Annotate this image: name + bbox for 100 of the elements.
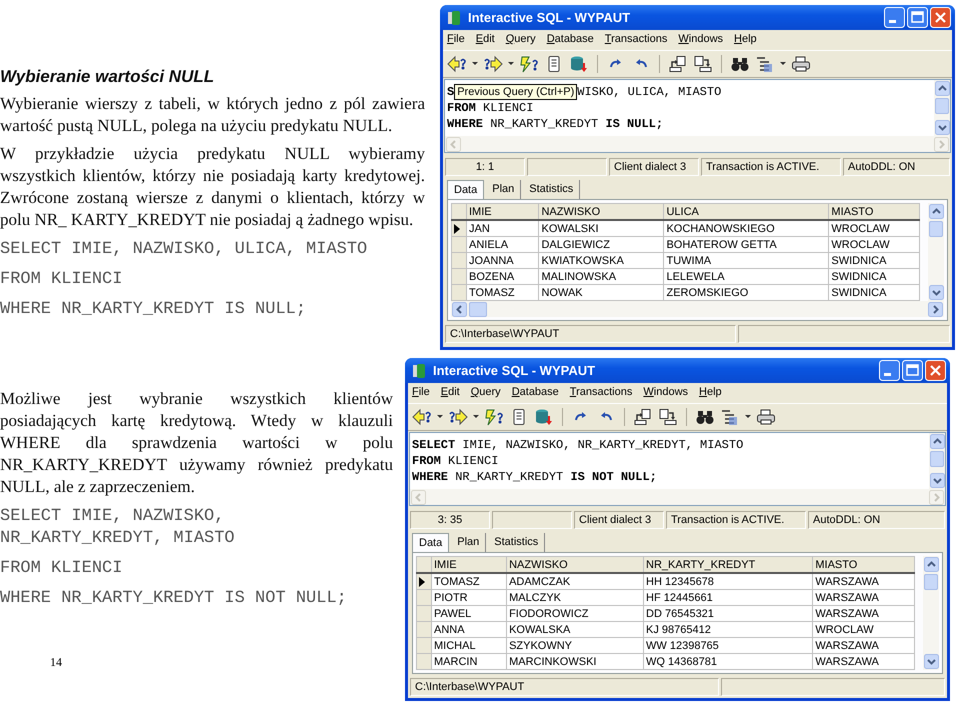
close-icon[interactable] <box>930 7 951 28</box>
scroll-left-icon[interactable] <box>452 302 467 316</box>
left-arrow-icon[interactable] <box>412 408 432 426</box>
dropdown-caret-icon[interactable] <box>472 62 478 66</box>
scroll-down-icon[interactable] <box>924 654 939 669</box>
right-arrow-icon[interactable] <box>483 55 503 73</box>
maximize-icon[interactable] <box>907 7 928 28</box>
tab[interactable]: Data <box>447 180 484 199</box>
lightning-icon[interactable] <box>519 55 539 73</box>
lightning-icon[interactable] <box>484 408 504 426</box>
paragraph: Wybieranie wierszy z tabeli, w których jedno z pól zawiera wartość pustą NULL, polega na użyciu predykatu NULL. <box>0 93 425 137</box>
column-header[interactable]: NR_KARTY_KREDYT <box>644 556 813 573</box>
binoculars-icon[interactable] <box>695 408 715 426</box>
scroll-thumb[interactable] <box>469 302 487 316</box>
table-cell: WARSZAWA <box>812 590 914 606</box>
tab[interactable]: Data <box>412 533 450 552</box>
menu-item[interactable]: Transactions <box>604 33 668 47</box>
menu-item[interactable]: Windows <box>678 33 724 47</box>
status-panel: 1: 1 <box>445 158 525 176</box>
dropdown-caret-icon[interactable] <box>473 415 479 419</box>
column-header[interactable]: IMIE <box>432 556 507 573</box>
database-arrow-icon[interactable] <box>569 55 589 73</box>
vertical-scrollbar[interactable] <box>934 80 950 136</box>
menu-item[interactable]: Database <box>546 33 594 47</box>
scroll-thumb[interactable] <box>935 98 949 114</box>
table-cell: PIOTR <box>432 590 507 606</box>
dropdown-caret-icon[interactable] <box>508 62 514 66</box>
database-arrow-icon[interactable] <box>534 408 554 426</box>
scroll-down-icon[interactable] <box>935 120 950 135</box>
list-icon[interactable] <box>755 55 775 73</box>
code-text: FROM KLIENCI <box>447 100 534 116</box>
sql-editor[interactable]: S Previous Query (Ctrl+P) WISKO, ULICA, MIASTO FROM KLIENCI WHERE NR_KARTY_KREDYT IS NULL; <box>444 79 951 153</box>
vertical-scrollbar[interactable] <box>923 556 939 670</box>
code-line: SELECT IMIE, NAZWISKO, NR_KARTY_KREDYT, MIASTO <box>0 506 236 550</box>
scroll-thumb[interactable] <box>929 221 943 237</box>
horizontal-scrollbar[interactable] <box>451 301 944 317</box>
import-icon[interactable] <box>693 55 713 73</box>
list-icon[interactable] <box>720 408 740 426</box>
export-icon[interactable] <box>633 408 653 426</box>
menu-item[interactable]: Transactions <box>570 386 632 400</box>
code-text: WHERE NR_KARTY_KREDYT IS NULL; <box>447 116 664 132</box>
right-arrow-icon[interactable] <box>448 408 468 426</box>
scroll-up-icon[interactable] <box>929 204 944 219</box>
binoculars-icon[interactable] <box>730 55 750 73</box>
scroll-down-icon[interactable] <box>929 285 944 300</box>
table-cell: SWIDNICA <box>828 268 920 284</box>
menu-item[interactable]: Edit <box>440 386 460 400</box>
dropdown-caret-icon[interactable] <box>745 415 751 419</box>
column-header[interactable]: NAZWISKO <box>538 204 664 220</box>
menu-item[interactable]: Database <box>512 386 559 400</box>
menu-item[interactable]: File <box>447 33 465 47</box>
table-cell: HF 12445661 <box>644 590 813 606</box>
table-cell: JAN <box>466 220 539 236</box>
dropdown-caret-icon[interactable] <box>437 415 443 419</box>
scroll-down-icon[interactable] <box>930 473 945 488</box>
export-icon[interactable] <box>668 55 688 73</box>
menu-item[interactable]: Query <box>506 33 536 47</box>
scroll-up-icon[interactable] <box>935 81 950 96</box>
table-cell: WROCLAW <box>812 622 914 638</box>
scroll-thumb[interactable] <box>924 574 938 590</box>
file-path: C:\Interbase\WYPAUT <box>445 325 736 343</box>
column-header[interactable]: MIASTO <box>828 204 920 220</box>
corner-cell <box>452 204 466 220</box>
dropdown-caret-icon[interactable] <box>780 62 786 66</box>
menu-item[interactable]: Query <box>470 386 501 400</box>
menu-item[interactable]: Edit <box>476 33 495 47</box>
vertical-scrollbar[interactable] <box>928 203 944 301</box>
column-header[interactable]: NAZWISKO <box>506 556 644 573</box>
minimize-icon[interactable] <box>884 7 905 28</box>
table-cell: TOMASZ <box>432 573 507 590</box>
menu-item[interactable]: File <box>412 386 430 400</box>
menu-item[interactable]: Help <box>734 33 757 47</box>
close-icon[interactable] <box>925 360 946 381</box>
menu-item[interactable]: Help <box>699 386 722 400</box>
table-cell: SWIDNICA <box>828 252 920 268</box>
scroll-up-icon[interactable] <box>930 434 945 449</box>
scroll-right-icon[interactable] <box>928 302 943 316</box>
row-indicator[interactable] <box>416 573 432 590</box>
scroll-up-icon[interactable] <box>924 557 939 572</box>
menu-item[interactable]: Windows <box>643 386 688 400</box>
printer-icon[interactable] <box>791 55 811 73</box>
scroll-thumb[interactable] <box>930 451 944 467</box>
maximize-icon[interactable] <box>902 360 923 381</box>
column-header[interactable]: ULICA <box>664 204 829 220</box>
table-cell: SZYKOWNY <box>506 638 644 654</box>
row-indicator[interactable] <box>452 220 466 236</box>
sql-editor[interactable]: SELECT IMIE, NAZWISKO, NR_KARTY_KREDYT, MIASTO FROM KLIENCI WHERE NR_KARTY_KREDYT IS NOT NULL; <box>409 432 946 506</box>
table-cell: LELEWELA <box>664 268 829 284</box>
table-cell: KOWALSKA <box>506 622 644 638</box>
column-header[interactable]: MIASTO <box>812 556 914 573</box>
import-icon[interactable] <box>658 408 678 426</box>
minimize-icon[interactable] <box>879 360 900 381</box>
column-header[interactable]: IMIE <box>466 204 539 220</box>
table-cell: WARSZAWA <box>812 654 914 670</box>
code-line: WHERE NR_KARTY_KREDYT IS NOT NULL; <box>0 588 348 610</box>
table-cell: ANIELA <box>466 236 539 252</box>
vertical-scrollbar[interactable] <box>929 433 945 489</box>
table-cell: MARCINKOWSKI <box>506 654 644 670</box>
left-arrow-icon[interactable] <box>447 55 467 73</box>
printer-icon[interactable] <box>756 408 776 426</box>
